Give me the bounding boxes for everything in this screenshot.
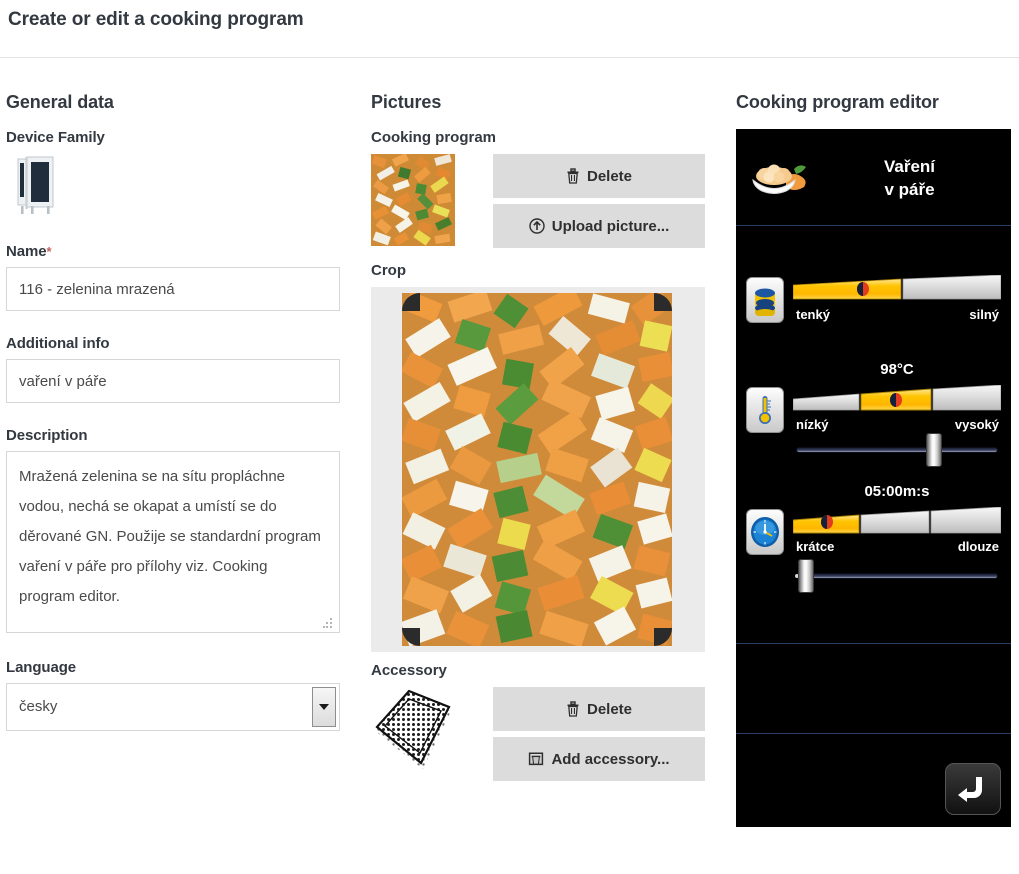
accessory-buttons: Delete Add accessory... xyxy=(493,687,705,787)
add-accessory-button[interactable]: Add accessory... xyxy=(493,737,705,781)
page-header: Create or edit a cooking program xyxy=(0,0,1019,58)
bowl-of-food-icon xyxy=(752,164,806,194)
time-slider-knob[interactable] xyxy=(798,559,814,593)
editor-row-temperature[interactable]: 98°C nízký vysoký xyxy=(736,361,1011,479)
page-title: Create or edit a cooking program xyxy=(8,9,304,30)
crop-area[interactable] xyxy=(371,287,705,652)
delete-accessory-button[interactable]: Delete xyxy=(493,687,705,731)
cooking-program-editor-column: Cooking program editor Vaření v páře ten… xyxy=(736,92,1011,827)
trash-icon xyxy=(567,701,579,717)
cooking-program-picture-label: Cooking program xyxy=(371,129,497,146)
description-label: Description xyxy=(6,427,88,444)
upload-picture-label: Upload picture... xyxy=(551,217,670,235)
delete-accessory-label: Delete xyxy=(586,700,633,718)
name-label-text: Name xyxy=(6,243,47,260)
language-select-value: česky xyxy=(6,683,340,731)
cooking-program-editor-heading: Cooking program editor xyxy=(736,92,939,112)
humidity-min-label: tenký xyxy=(796,307,830,322)
pictures-column: Pictures Cooking program Delete Upload p… xyxy=(371,92,709,789)
temperature-value: 98°C xyxy=(880,361,914,378)
program-title-line2: v páře xyxy=(884,180,935,199)
time-max-label: dlouze xyxy=(957,539,999,554)
temperature-min-label: nízký xyxy=(796,417,829,432)
name-input[interactable] xyxy=(6,267,340,311)
crop-preview-image[interactable] xyxy=(402,293,672,646)
time-value: 05:00m:s xyxy=(864,483,930,500)
general-data-heading: General data xyxy=(6,92,114,112)
humidity-max-label: silný xyxy=(969,307,999,322)
temperature-wedge-slider[interactable] xyxy=(793,385,1001,419)
language-select[interactable]: česky xyxy=(6,683,340,731)
editor-divider-middle xyxy=(736,643,1011,644)
editor-divider-top xyxy=(736,225,1011,226)
editor-header: Vaření v páře xyxy=(736,129,1011,225)
editor-row-time[interactable]: 05:00m:s krátce dlouze xyxy=(736,483,1011,603)
back-arrow-icon xyxy=(958,777,982,802)
additional-info-label: Additional info xyxy=(6,335,110,352)
device-family-label: Device Family xyxy=(6,129,105,146)
editor-row-humidity[interactable]: tenký silný xyxy=(736,269,1011,341)
chevron-down-icon[interactable] xyxy=(312,687,336,727)
editor-divider-bottom xyxy=(736,733,1011,734)
back-button[interactable] xyxy=(945,763,1001,815)
crop-handle-bottom-left[interactable] xyxy=(402,628,420,646)
description-textarea[interactable]: Mražená zelenina se na sítu propláchne v… xyxy=(6,451,340,633)
combi-oven-icon xyxy=(17,156,54,214)
crop-label: Crop xyxy=(371,262,406,279)
program-title: Vaření v páře xyxy=(822,155,997,201)
cooking-program-editor-panel[interactable]: Vaření v páře tenký silný 98°C nízký vys… xyxy=(736,129,1011,827)
steam-cylinder-icon[interactable] xyxy=(746,277,784,323)
time-wedge-slider[interactable] xyxy=(793,507,1001,541)
general-data-column: General data Device Family Name* Additio… xyxy=(6,92,346,731)
delete-picture-button[interactable]: Delete xyxy=(493,154,705,198)
upload-picture-button[interactable]: Upload picture... xyxy=(493,204,705,248)
clock-icon[interactable] xyxy=(746,509,784,555)
crop-handle-top-right[interactable] xyxy=(654,293,672,311)
humidity-wedge-slider[interactable] xyxy=(793,275,1001,309)
crop-handle-top-left[interactable] xyxy=(402,293,420,311)
language-label: Language xyxy=(6,659,77,676)
pictures-heading: Pictures xyxy=(371,92,442,112)
required-marker: * xyxy=(46,244,52,259)
time-min-label: krátce xyxy=(796,539,835,554)
accessory-row: Delete Add accessory... xyxy=(371,687,709,789)
temperature-max-label: vysoký xyxy=(954,417,999,432)
time-slider-track[interactable] xyxy=(795,573,998,579)
upload-circle-icon xyxy=(529,218,545,234)
crop-handle-bottom-right[interactable] xyxy=(654,628,672,646)
temperature-slider-track[interactable] xyxy=(796,447,998,453)
accessory-thumbnail[interactable] xyxy=(371,687,455,779)
tray-add-icon xyxy=(529,752,544,766)
delete-picture-label: Delete xyxy=(586,167,633,185)
cooking-program-thumbnail[interactable] xyxy=(371,154,455,246)
temperature-slider-knob[interactable] xyxy=(926,433,942,467)
add-accessory-label: Add accessory... xyxy=(551,750,670,768)
program-title-line1: Vaření xyxy=(883,157,936,176)
thermometer-icon[interactable] xyxy=(746,387,784,433)
cooking-program-picture-row: Delete Upload picture... xyxy=(371,154,709,256)
accessory-label: Accessory xyxy=(371,662,447,679)
trash-icon xyxy=(567,168,579,184)
additional-info-input[interactable] xyxy=(6,359,340,403)
cooking-program-buttons: Delete Upload picture... xyxy=(493,154,705,254)
name-label: Name* xyxy=(6,243,346,260)
